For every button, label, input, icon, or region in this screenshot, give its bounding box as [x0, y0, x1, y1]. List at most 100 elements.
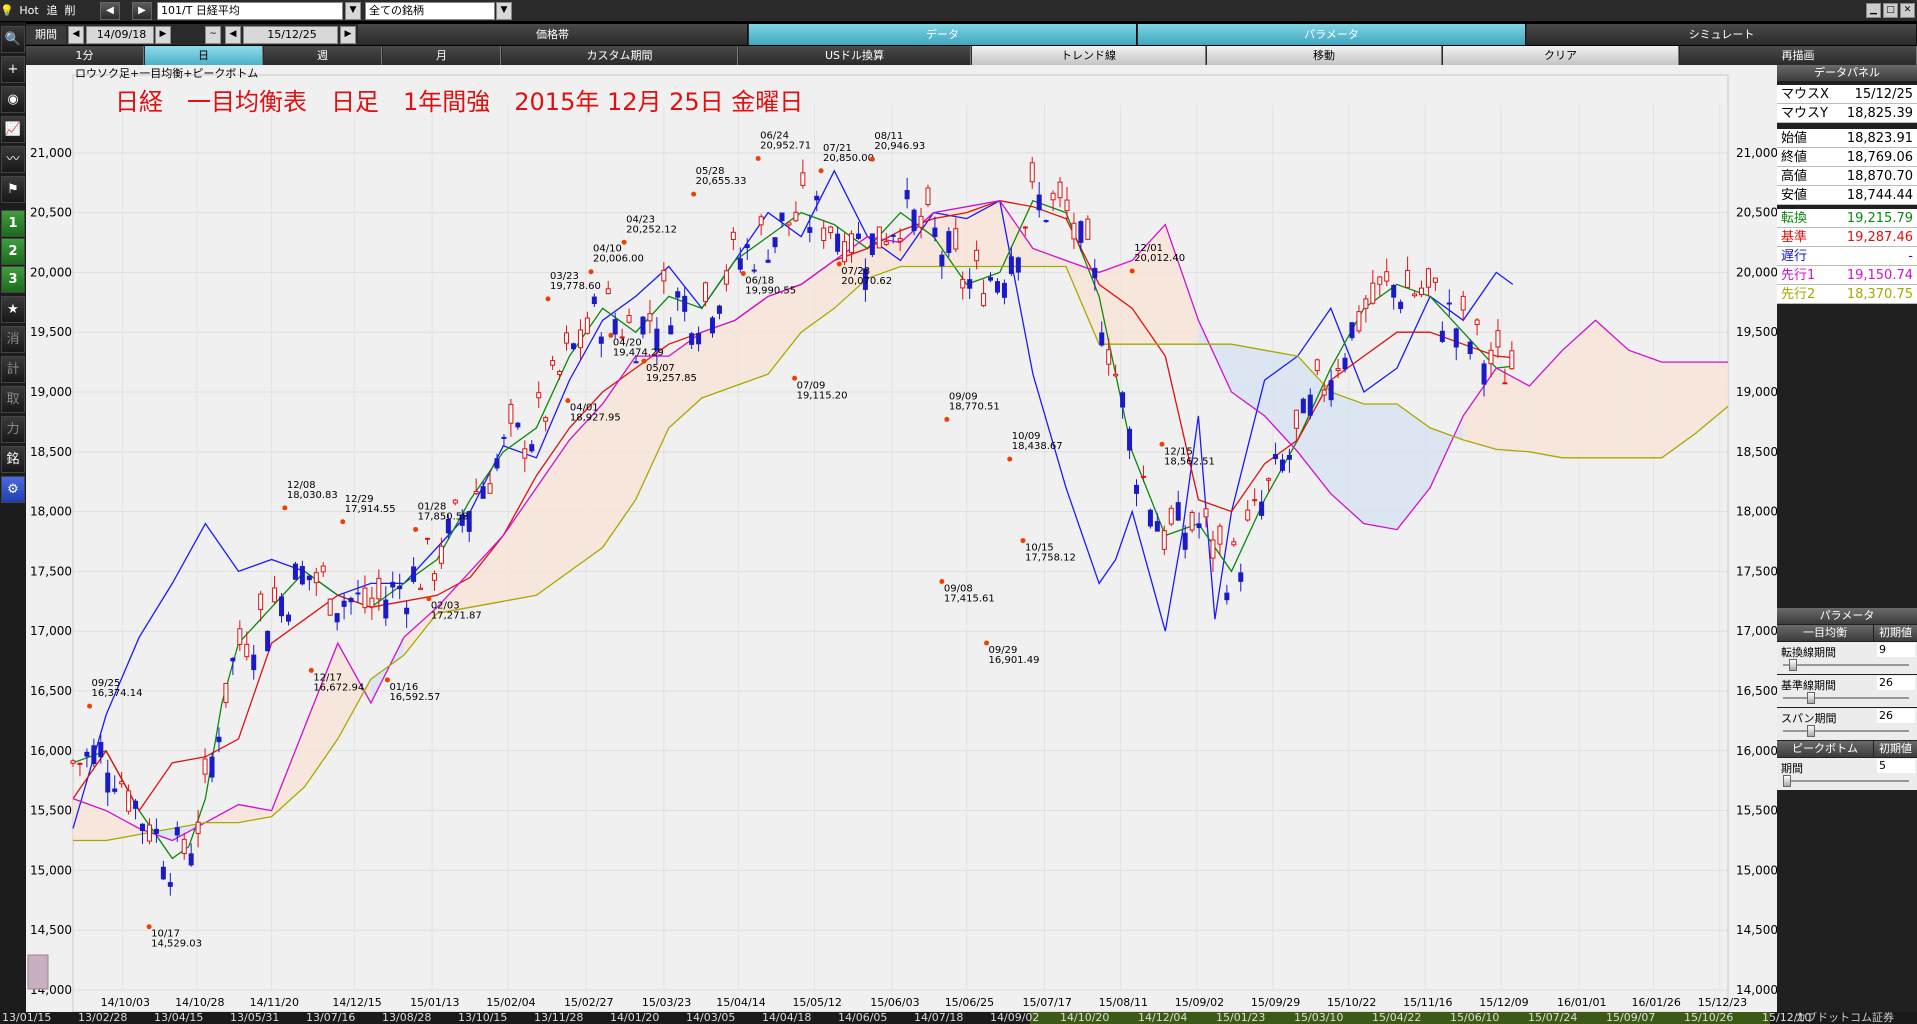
tab-1min[interactable]: 1分 [26, 46, 144, 65]
candle-body [689, 333, 695, 345]
tab-move[interactable]: 移動 [1207, 46, 1442, 65]
tab-parameters[interactable]: パラメータ [1138, 24, 1526, 45]
add-button[interactable]: 追 [44, 2, 60, 20]
search-icon[interactable]: 🔍 [1, 26, 25, 53]
x-tick-label: 15/09/29 [1251, 996, 1300, 1009]
camera-icon[interactable]: ◉ [1, 86, 25, 113]
date-from-prev-icon[interactable]: ◀ [68, 26, 84, 44]
parameter-value-field[interactable]: 26 [1877, 709, 1915, 723]
tab-redraw[interactable]: 再描画 [1680, 46, 1917, 65]
candle-body [793, 211, 799, 222]
tab-daily[interactable]: 日 [145, 46, 263, 65]
candle-body [668, 325, 674, 335]
scrollbar-date-label: 13/04/15 [154, 1012, 204, 1024]
mode-button[interactable]: 計 [1, 356, 25, 383]
tab-trendline[interactable]: トレンド線 [972, 46, 1206, 65]
candle-body [779, 212, 785, 222]
chart-area[interactable]: 14,000 14,000 14,500 14,500 15,000 15,000 15,5… [26, 65, 1778, 1013]
data-row: 安値 18,744.44 [1777, 186, 1917, 205]
hot-button[interactable]: Hot [16, 2, 42, 20]
force-button[interactable]: 力 [1, 416, 25, 443]
date-scrollbar[interactable]: 13/01/15 13/02/28 13/04/15 13/05/31 13/07/16… [0, 1012, 1917, 1024]
scrollbar-date-label: 15/04/22 [1372, 1012, 1422, 1024]
next-symbol-button[interactable]: ▶ [132, 2, 152, 20]
gear-icon[interactable]: ⚙ [1, 476, 25, 503]
parameter-value-field[interactable]: 26 [1877, 676, 1915, 690]
candle-body [209, 756, 215, 778]
delete-button[interactable]: 削 [62, 2, 78, 20]
candle-body [994, 281, 1000, 293]
line-chart-icon[interactable]: 📈 [1, 116, 25, 143]
slot-2-button[interactable]: 2 [1, 238, 25, 265]
data-row-value: 18,823.91 [1846, 131, 1913, 146]
tab-monthly[interactable]: 月 [383, 46, 501, 65]
slider-handle[interactable] [1788, 659, 1797, 671]
tab-clear[interactable]: クリア [1443, 46, 1679, 65]
tab-weekly[interactable]: 週 [264, 46, 382, 65]
date-from-next-icon[interactable]: ▶ [155, 26, 171, 44]
peak-bottom-marker [621, 239, 627, 245]
star-icon[interactable]: ★ [1, 296, 25, 323]
candle-body [536, 392, 542, 399]
lightbulb-icon[interactable]: 💡 [0, 2, 14, 20]
candle-body [557, 370, 563, 375]
date-to-next-icon[interactable]: ▶ [340, 26, 356, 44]
date-to-field[interactable]: 15/12/25 [243, 26, 338, 44]
slot-3-button[interactable]: 3 [1, 266, 25, 293]
date-to-prev-icon[interactable]: ◀ [225, 26, 241, 44]
candle-body [1120, 392, 1126, 408]
parameter-slider[interactable] [1783, 692, 1909, 704]
tab-usd-conversion[interactable]: USドル換算 [739, 46, 971, 65]
tab-data[interactable]: データ [749, 24, 1137, 45]
issue-button[interactable]: 銘 [1, 446, 25, 473]
chart-title: 日経 一目均衡表 日足 1年間強 2015年 12月 25日 金曜日 [115, 88, 803, 116]
x-tick-label: 16/01/26 [1632, 996, 1681, 1009]
ichimoku-reset-button[interactable]: 初期値 [1874, 625, 1917, 641]
x-tick-label: 14/12/15 [332, 996, 381, 1009]
symbol-field[interactable]: 101/T 日経平均 [157, 2, 343, 20]
minimize-icon[interactable]: ▁ [1866, 3, 1881, 18]
candle-body [855, 233, 861, 239]
parameter-slider[interactable] [1783, 659, 1909, 671]
candle-body [883, 241, 889, 245]
take-button[interactable]: 取 [1, 386, 25, 413]
peak-bottom-label: 17,415.61 [944, 593, 995, 604]
parameter-slider[interactable] [1783, 775, 1909, 787]
tab-custom-period[interactable]: カスタム期間 [502, 46, 738, 65]
restore-icon[interactable]: □ [1883, 3, 1898, 18]
peak-bottom-marker [755, 155, 761, 161]
data-row-key: 先行2 [1781, 287, 1816, 302]
peak-bottom-reset-button[interactable]: 初期値 [1874, 741, 1917, 757]
universe-dropdown-icon[interactable]: ▼ [496, 2, 512, 20]
date-from-field[interactable]: 14/09/18 [86, 26, 154, 44]
erase-button[interactable]: 消 [1, 326, 25, 353]
slot-1-button[interactable]: 1 [1, 210, 25, 237]
close-icon[interactable]: ✕ [1900, 3, 1915, 18]
slider-handle[interactable] [1806, 692, 1815, 704]
candle-body [1307, 394, 1313, 416]
symbol-dropdown-icon[interactable]: ▼ [345, 2, 361, 20]
universe-field[interactable]: 全ての銘柄 [365, 2, 495, 20]
y-tick-label-right: 14,500 [1736, 923, 1777, 937]
scrollbar-date-label: 15/03/10 [1294, 1012, 1344, 1024]
slider-handle[interactable] [1783, 775, 1791, 787]
multi-line-icon[interactable]: 〰 [1, 146, 25, 173]
parameter-value-field[interactable]: 9 [1877, 643, 1915, 657]
flag-icon[interactable]: ⚑ [1, 176, 25, 203]
slider-handle[interactable] [1806, 725, 1815, 737]
candle-body [800, 172, 806, 186]
candle-body [1036, 194, 1042, 211]
parameter-slider[interactable] [1783, 725, 1909, 737]
crosshair-icon[interactable]: + [1, 56, 25, 83]
candle-body [598, 336, 604, 344]
data-row: 先行1 19,150.74 [1777, 266, 1917, 285]
peak-bottom-label: 19,474.29 [613, 347, 664, 358]
candle-body [292, 563, 298, 580]
tab-price-band[interactable]: 価格帯 [358, 24, 748, 45]
x-tick-label: 14/10/28 [175, 996, 224, 1009]
prev-symbol-button[interactable]: ◀ [100, 2, 120, 20]
candle-body [1085, 218, 1091, 240]
ichimoku-chart[interactable]: 14,000 14,00014,500 14,50015,000 15,00015,5… [26, 65, 1778, 1013]
tab-simulate[interactable]: シミュレート [1527, 24, 1917, 45]
parameter-value-field[interactable]: 5 [1877, 759, 1915, 773]
